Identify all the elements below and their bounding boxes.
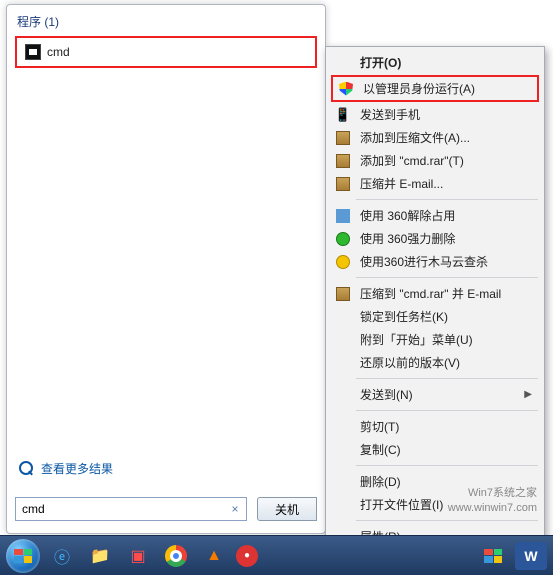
blank-icon bbox=[334, 419, 352, 435]
archive-icon bbox=[334, 153, 352, 169]
separator bbox=[356, 277, 538, 278]
taskbar-media-icon[interactable]: ▣ bbox=[122, 542, 154, 570]
360-green-icon bbox=[334, 231, 352, 247]
result-label: cmd bbox=[47, 45, 70, 59]
ctx-open-location[interactable]: 打开文件位置(I) bbox=[328, 493, 542, 516]
see-more-results-link[interactable]: 查看更多结果 bbox=[19, 460, 113, 477]
blank-icon bbox=[334, 309, 352, 325]
more-results-label: 查看更多结果 bbox=[41, 460, 113, 477]
ctx-open[interactable]: 打开(O) bbox=[328, 51, 542, 74]
phone-icon: 📱 bbox=[334, 107, 352, 123]
taskbar-word-icon[interactable]: W bbox=[515, 542, 547, 570]
ctx-cut[interactable]: 剪切(T) bbox=[328, 415, 542, 438]
search-result-cmd[interactable]: cmd bbox=[19, 40, 313, 64]
separator bbox=[356, 520, 538, 521]
start-menu-panel: 程序 (1) cmd 查看更多结果 × 关机 bbox=[6, 4, 326, 534]
separator bbox=[356, 465, 538, 466]
taskbar-window-icon[interactable] bbox=[477, 542, 509, 570]
separator bbox=[356, 199, 538, 200]
taskbar: ⓔ 📁 ▣ ▲ ● W bbox=[0, 535, 553, 575]
taskbar-chrome-icon[interactable] bbox=[160, 542, 192, 570]
ctx-delete[interactable]: 删除(D) bbox=[328, 470, 542, 493]
blank-icon bbox=[334, 355, 352, 371]
cmd-icon bbox=[25, 44, 41, 60]
archive-icon bbox=[334, 130, 352, 146]
archive-icon bbox=[334, 286, 352, 302]
ctx-pin-start[interactable]: 附到「开始」菜单(U) bbox=[328, 328, 542, 351]
results-section-header: 程序 (1) bbox=[7, 5, 325, 34]
360-icon bbox=[334, 208, 352, 224]
submenu-arrow-icon: ▶ bbox=[524, 389, 532, 400]
separator bbox=[356, 410, 538, 411]
taskbar-ie-icon[interactable]: ⓔ bbox=[46, 542, 78, 570]
ctx-send-to[interactable]: 发送到(N) ▶ bbox=[328, 383, 542, 406]
search-icon bbox=[19, 461, 35, 477]
clear-search-icon[interactable]: × bbox=[227, 501, 243, 517]
highlighted-result-box: cmd bbox=[15, 36, 317, 68]
ctx-pin-taskbar[interactable]: 锁定到任务栏(K) bbox=[328, 305, 542, 328]
taskbar-explorer-icon[interactable]: 📁 bbox=[84, 542, 116, 570]
ctx-restore-previous[interactable]: 还原以前的版本(V) bbox=[328, 351, 542, 374]
search-row: × 关机 bbox=[15, 497, 317, 521]
ctx-360-force-delete[interactable]: 使用 360强力删除 bbox=[328, 227, 542, 250]
search-input[interactable] bbox=[15, 497, 247, 521]
separator bbox=[356, 378, 538, 379]
ctx-360-trojan-scan[interactable]: 使用360进行木马云查杀 bbox=[328, 250, 542, 273]
ctx-copy[interactable]: 复制(C) bbox=[328, 438, 542, 461]
context-menu: 打开(O) 以管理员身份运行(A) 📱 发送到手机 添加到压缩文件(A)... … bbox=[325, 46, 545, 553]
ctx-add-to-archive[interactable]: 添加到压缩文件(A)... bbox=[328, 126, 542, 149]
start-button[interactable] bbox=[6, 539, 40, 573]
shutdown-button[interactable]: 关机 bbox=[257, 497, 317, 521]
blank-icon bbox=[334, 442, 352, 458]
ctx-add-to-cmd-rar[interactable]: 添加到 "cmd.rar"(T) bbox=[328, 149, 542, 172]
archive-icon bbox=[334, 176, 352, 192]
taskbar-record-icon[interactable]: ● bbox=[236, 545, 258, 567]
blank-icon bbox=[334, 497, 352, 513]
blank-icon bbox=[334, 55, 352, 71]
ctx-run-as-admin[interactable]: 以管理员身份运行(A) bbox=[333, 77, 537, 100]
blank-icon bbox=[334, 387, 352, 403]
search-input-wrap: × bbox=[15, 497, 247, 521]
highlighted-run-as-admin: 以管理员身份运行(A) bbox=[331, 75, 539, 102]
ctx-compress-email[interactable]: 压缩并 E-mail... bbox=[328, 172, 542, 195]
blank-icon bbox=[334, 332, 352, 348]
taskbar-vlc-icon[interactable]: ▲ bbox=[198, 542, 230, 570]
windows-logo-icon bbox=[14, 549, 32, 563]
shield-icon bbox=[337, 81, 355, 97]
ctx-360-unlock[interactable]: 使用 360解除占用 bbox=[328, 204, 542, 227]
360-yellow-icon bbox=[334, 254, 352, 270]
ctx-compress-cmd-rar-email[interactable]: 压缩到 "cmd.rar" 并 E-mail bbox=[328, 282, 542, 305]
ctx-send-to-phone[interactable]: 📱 发送到手机 bbox=[328, 103, 542, 126]
blank-icon bbox=[334, 474, 352, 490]
